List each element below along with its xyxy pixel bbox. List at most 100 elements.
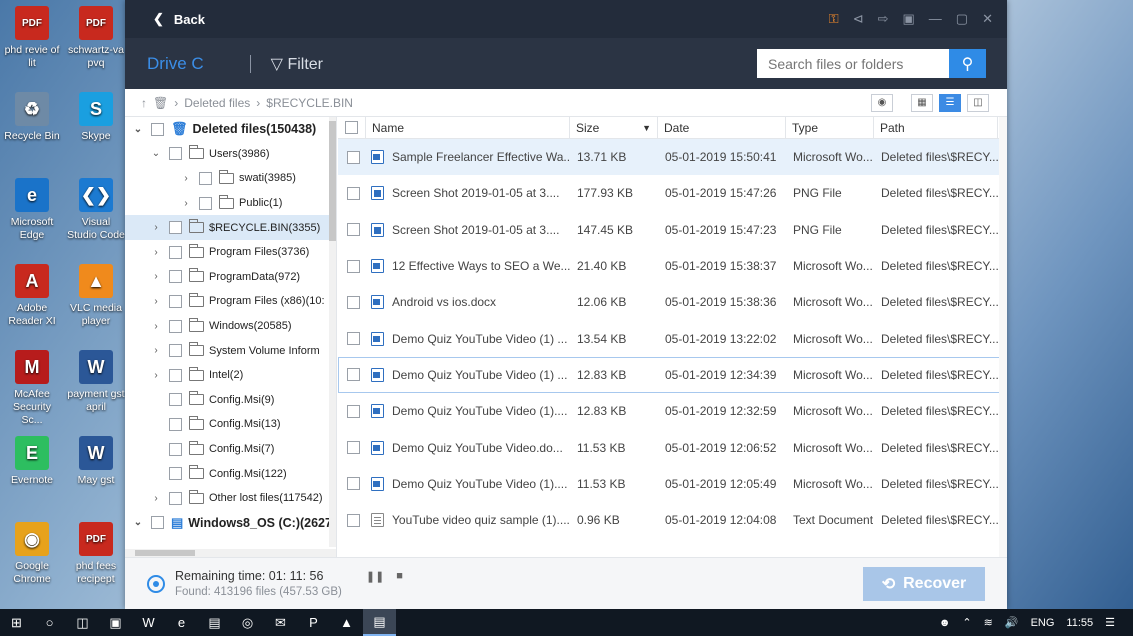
edge-taskbar-icon[interactable]: e bbox=[165, 609, 198, 636]
file-checkbox[interactable] bbox=[346, 223, 360, 237]
desktop-shortcut[interactable]: E Evernote bbox=[2, 436, 62, 487]
file-checkbox[interactable] bbox=[346, 332, 360, 346]
chevron-right-icon[interactable]: › bbox=[149, 321, 163, 332]
desktop-shortcut[interactable]: S Skype bbox=[66, 92, 126, 143]
tree-node[interactable]: ⌄ ▤ Windows8_OS (C:)(2627 bbox=[125, 511, 336, 536]
select-all-checkbox[interactable] bbox=[338, 117, 366, 139]
share-icon[interactable]: ⊲ bbox=[853, 11, 864, 27]
tree-checkbox[interactable] bbox=[169, 294, 182, 308]
tree-node[interactable]: › Public(1) bbox=[125, 191, 336, 216]
file-checkbox[interactable] bbox=[346, 259, 360, 273]
chevron-right-icon[interactable]: › bbox=[149, 271, 163, 282]
tree-checkbox[interactable] bbox=[169, 270, 182, 284]
tree-checkbox[interactable] bbox=[169, 221, 182, 235]
file-row[interactable]: Demo Quiz YouTube Video (1).... 12.83 KB 0… bbox=[338, 393, 1007, 429]
language-indicator[interactable]: ENG bbox=[1031, 617, 1055, 629]
tree-vertical-scrollbar[interactable] bbox=[329, 117, 336, 547]
file-row[interactable]: Android vs ios.docx 12.06 KB 05-01-2019 15… bbox=[338, 284, 1007, 320]
desktop-shortcut[interactable]: PDF phd revie of lit bbox=[2, 6, 62, 70]
tree-checkbox[interactable] bbox=[169, 319, 182, 333]
tree-node[interactable]: › Program Files(3736) bbox=[125, 240, 336, 265]
tree-node[interactable]: › swati(3985) bbox=[125, 166, 336, 191]
breadcrumb-root[interactable]: Deleted files bbox=[184, 96, 250, 110]
file-row[interactable]: Demo Quiz YouTube Video (1) ... 13.54 KB 0… bbox=[338, 320, 1007, 356]
search-button[interactable]: ⚲ bbox=[949, 49, 986, 78]
close-icon[interactable]: ✕ bbox=[982, 11, 993, 27]
tree-node[interactable]: Config.Msi(122) bbox=[125, 461, 336, 486]
tree-checkbox[interactable] bbox=[151, 122, 164, 136]
file-row[interactable]: Demo Quiz YouTube Video (1).... 11.53 KB 0… bbox=[338, 466, 1007, 502]
chevron-right-icon[interactable]: › bbox=[149, 345, 163, 356]
desktop-shortcut[interactable]: Wpayment gst april bbox=[66, 350, 126, 414]
stop-icon[interactable]: ■ bbox=[396, 570, 403, 583]
list-view-icon[interactable]: ☰ bbox=[939, 93, 961, 112]
file-checkbox[interactable] bbox=[346, 441, 360, 455]
tree-node[interactable]: ⌄ 🗑 Deleted files(150438) bbox=[125, 117, 336, 142]
tree-checkbox[interactable] bbox=[169, 393, 182, 407]
tree-node[interactable]: Config.Msi(9) bbox=[125, 388, 336, 413]
file-row[interactable]: Demo Quiz YouTube Video (1) ... 12.83 KB 0… bbox=[338, 356, 1007, 394]
column-type[interactable]: Type bbox=[786, 117, 874, 139]
word-taskbar-icon[interactable]: W bbox=[132, 609, 165, 636]
filter-button[interactable]: ▽ Filter bbox=[271, 54, 323, 74]
mail-icon[interactable]: ✉ bbox=[264, 609, 297, 636]
tree-node[interactable]: › Program Files (x86)(10: bbox=[125, 289, 336, 314]
login-icon[interactable]: ⇨ bbox=[878, 11, 889, 27]
chevron-down-icon[interactable]: ⌄ bbox=[131, 517, 145, 528]
pause-icon[interactable]: ❚❚ bbox=[366, 570, 384, 583]
tree-node[interactable]: › ProgramData(972) bbox=[125, 265, 336, 290]
file-checkbox[interactable] bbox=[346, 477, 360, 491]
file-row[interactable]: Screen Shot 2019-01-05 at 3.... 147.45 KB… bbox=[338, 212, 1007, 248]
chevron-right-icon[interactable]: › bbox=[179, 198, 193, 209]
desktop-shortcut[interactable]: ▲ VLC media player bbox=[66, 264, 126, 328]
up-arrow-icon[interactable]: ↑ bbox=[141, 96, 147, 110]
chevron-right-icon[interactable]: › bbox=[149, 370, 163, 381]
recovery-app-taskbar-icon[interactable]: ▤ bbox=[363, 609, 396, 636]
file-list-scrollbar[interactable] bbox=[999, 117, 1007, 557]
maximize-icon[interactable]: ▢ bbox=[956, 11, 968, 27]
tree-checkbox[interactable] bbox=[169, 147, 182, 161]
file-row[interactable]: Sample Freelancer Effective Wa... 13.71 K… bbox=[338, 139, 1007, 176]
file-checkbox[interactable] bbox=[346, 295, 360, 309]
chevron-down-icon[interactable]: ⌄ bbox=[149, 148, 163, 159]
tree-node[interactable]: Config.Msi(13) bbox=[125, 412, 336, 437]
desktop-shortcut[interactable]: ♻ Recycle Bin bbox=[2, 92, 62, 143]
windows-start-icon[interactable]: ⊞ bbox=[0, 609, 33, 636]
tree-node[interactable]: ⌄ Users(3986) bbox=[125, 142, 336, 167]
recover-button[interactable]: ⟲ Recover bbox=[863, 566, 985, 601]
cortana-search-icon[interactable]: ○ bbox=[33, 609, 66, 636]
chevron-right-icon[interactable]: › bbox=[149, 493, 163, 504]
tree-node[interactable]: › $RECYCLE.BIN(3355) bbox=[125, 215, 336, 240]
chrome-taskbar-icon[interactable]: ◎ bbox=[231, 609, 264, 636]
tree-node[interactable]: › System Volume Inform bbox=[125, 338, 336, 363]
task-view-icon[interactable]: ◫ bbox=[66, 609, 99, 636]
file-checkbox[interactable] bbox=[346, 404, 360, 418]
file-checkbox[interactable] bbox=[346, 150, 360, 164]
desktop-shortcut[interactable]: PDF schwartz-va pvq bbox=[66, 6, 126, 70]
minimize-icon[interactable]: — bbox=[929, 11, 942, 27]
desktop-shortcut[interactable]: W May gst bbox=[66, 436, 126, 487]
search-input[interactable] bbox=[757, 49, 949, 78]
key-icon[interactable]: ⚿ bbox=[829, 11, 839, 27]
desktop-shortcut[interactable]: PDF phd fees recipept bbox=[66, 522, 126, 586]
tree-checkbox[interactable] bbox=[169, 442, 182, 456]
tree-checkbox[interactable] bbox=[169, 491, 182, 505]
tree-horizontal-scrollbar[interactable] bbox=[125, 549, 336, 557]
chevron-right-icon[interactable]: › bbox=[149, 296, 163, 307]
menu-icon[interactable]: ▣ bbox=[903, 11, 915, 27]
tree-node[interactable]: Config.Msi(7) bbox=[125, 437, 336, 462]
preview-eye-icon[interactable]: ◉ bbox=[871, 93, 893, 112]
tree-checkbox[interactable] bbox=[169, 344, 182, 358]
chevron-right-icon[interactable]: › bbox=[179, 173, 193, 184]
chevron-right-icon[interactable]: › bbox=[149, 222, 163, 233]
file-checkbox[interactable] bbox=[346, 186, 360, 200]
volume-icon[interactable]: 🔊 bbox=[1005, 616, 1019, 629]
file-row[interactable]: YouTube video quiz sample (1).... 0.96 KB… bbox=[338, 502, 1007, 538]
desktop-shortcut[interactable]: ❮❯ Visual Studio Code bbox=[66, 178, 126, 242]
people-icon[interactable]: ☻ bbox=[939, 617, 951, 629]
tree-node[interactable]: › Windows(20585) bbox=[125, 314, 336, 339]
vlc-taskbar-icon[interactable]: ▲ bbox=[330, 609, 363, 636]
wifi-icon[interactable]: ≋ bbox=[984, 616, 993, 629]
tree-node[interactable]: › Other lost files(117542) bbox=[125, 486, 336, 511]
clock[interactable]: 11:55 bbox=[1066, 617, 1093, 629]
